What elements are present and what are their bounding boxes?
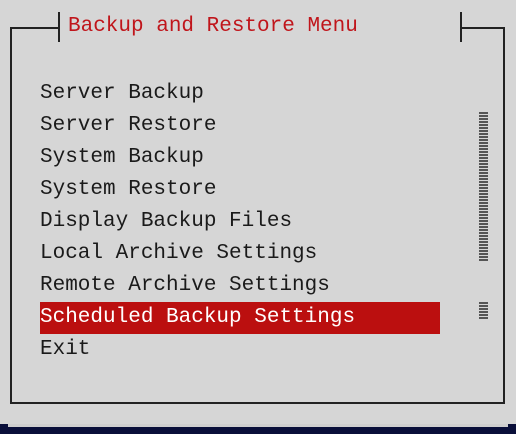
menu-item-exit[interactable]: Exit <box>40 334 440 366</box>
menu-item-remote-archive-settings[interactable]: Remote Archive Settings <box>40 270 440 302</box>
scroll-track-icon[interactable] <box>479 112 488 262</box>
menu-item-local-archive-settings[interactable]: Local Archive Settings <box>40 238 440 270</box>
status-bar-strip <box>8 424 508 427</box>
title-left-tick <box>58 12 60 42</box>
dialog-frame-bottom <box>10 402 505 404</box>
menu-item-scheduled-backup-settings[interactable]: Scheduled Backup Settings <box>40 302 440 334</box>
scroll-thumb-icon[interactable] <box>479 302 488 320</box>
menu-item-system-backup[interactable]: System Backup <box>40 142 440 174</box>
dialog-frame-left <box>10 27 12 403</box>
backup-restore-menu: Server Backup Server Restore System Back… <box>40 78 440 366</box>
title-right-tick <box>460 12 462 42</box>
dialog-frame-top-left <box>10 27 60 29</box>
menu-item-server-restore[interactable]: Server Restore <box>40 110 440 142</box>
menu-item-system-restore[interactable]: System Restore <box>40 174 440 206</box>
status-bar <box>0 424 516 434</box>
dialog-title: Backup and Restore Menu <box>68 13 358 41</box>
menu-item-display-backup-files[interactable]: Display Backup Files <box>40 206 440 238</box>
terminal-screen: Backup and Restore Menu Server Backup Se… <box>0 0 516 434</box>
menu-item-server-backup[interactable]: Server Backup <box>40 78 440 110</box>
dialog-frame-right <box>503 27 505 403</box>
dialog-frame-top-right <box>460 27 505 29</box>
